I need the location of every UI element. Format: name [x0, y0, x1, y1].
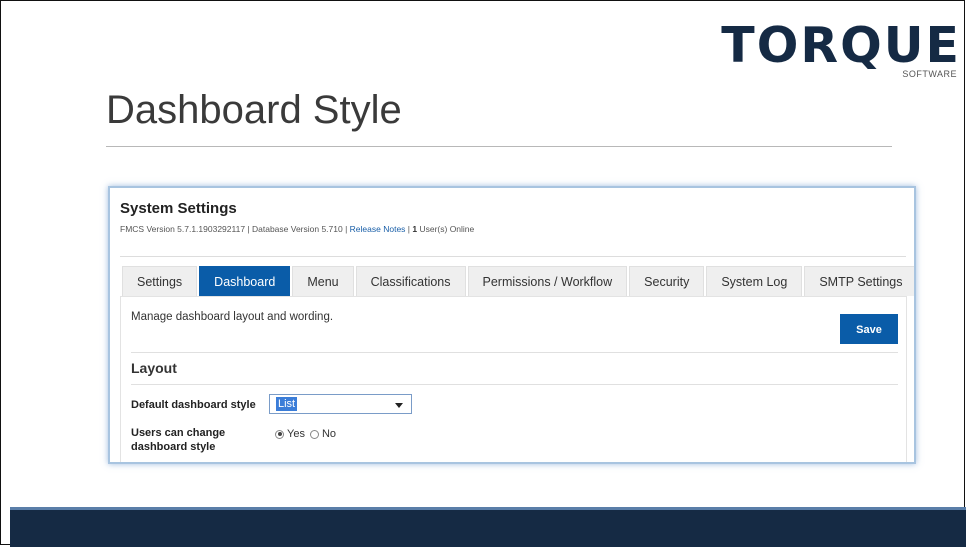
tab-settings[interactable]: Settings — [122, 266, 198, 296]
logo-subtitle: SOFTWARE — [902, 69, 957, 79]
version-info: FMCS Version 5.7.1.1903292117 | Database… — [120, 224, 474, 234]
tab-permissions-workflow[interactable]: Permissions / Workflow — [467, 266, 628, 296]
footer-band — [10, 510, 966, 547]
section-divider — [131, 384, 898, 385]
dashboard-style-value: List — [276, 397, 298, 411]
dashboard-style-select[interactable]: List — [269, 394, 412, 414]
users-can-change-radio-group: Yes No — [275, 428, 341, 440]
dashboard-style-label: Default dashboard style — [131, 399, 256, 411]
version-text: FMCS Version 5.7.1.1903292117 | Database… — [120, 224, 350, 234]
chevron-down-icon — [395, 403, 403, 408]
radio-yes-label: Yes — [287, 428, 305, 440]
torque-logo: TORQUE SOFTWARE — [721, 18, 961, 86]
release-notes-link[interactable]: Release Notes — [350, 224, 406, 234]
title-divider — [106, 146, 892, 147]
radio-yes[interactable] — [275, 429, 284, 439]
dashboard-panel: Manage dashboard layout and wording. Sav… — [120, 296, 907, 462]
tab-smtp-settings[interactable]: SMTP Settings — [804, 266, 914, 296]
header-divider — [120, 256, 906, 257]
settings-screenshot: System Settings FMCS Version 5.7.1.19032… — [108, 186, 916, 464]
radio-no-label: No — [321, 428, 337, 440]
settings-tabs: Settings Dashboard Menu Classifications … — [122, 266, 914, 296]
tab-dashboard[interactable]: Dashboard — [199, 266, 291, 296]
panel-divider — [131, 352, 898, 353]
layout-section-title: Layout — [131, 360, 177, 376]
users-can-change-label: Users can change dashboard style — [131, 427, 226, 453]
slide-title: Dashboard Style — [106, 88, 402, 132]
save-button[interactable]: Save — [840, 314, 898, 344]
radio-no[interactable] — [309, 429, 319, 439]
users-online-text: User(s) Online — [417, 224, 475, 234]
panel-description: Manage dashboard layout and wording. — [131, 311, 334, 323]
logo-wordmark: TORQUE — [721, 17, 961, 74]
system-settings-title: System Settings — [120, 200, 237, 217]
tab-classifications[interactable]: Classifications — [355, 266, 466, 296]
tab-system-log[interactable]: System Log — [706, 266, 803, 296]
tab-menu[interactable]: Menu — [292, 266, 354, 296]
tab-security[interactable]: Security — [629, 266, 705, 296]
